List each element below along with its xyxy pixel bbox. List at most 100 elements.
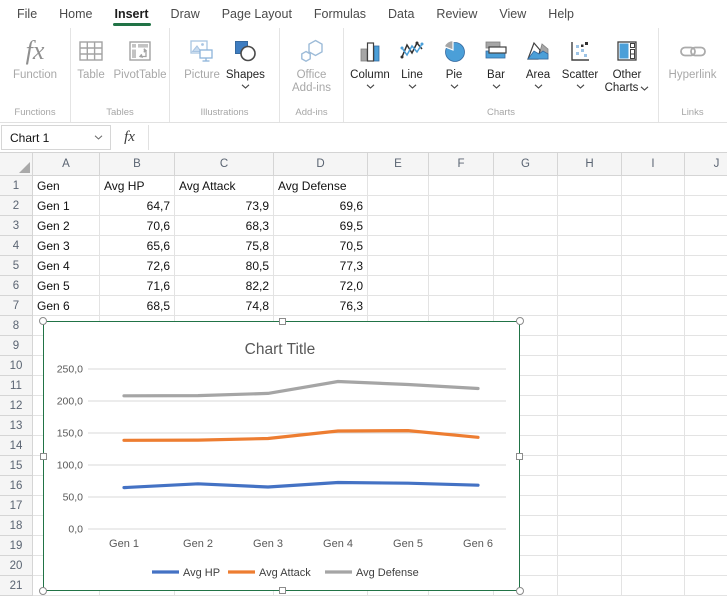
cell-I11[interactable] bbox=[622, 376, 685, 396]
cell-H13[interactable] bbox=[558, 416, 622, 436]
legend-label-avg-defense[interactable]: Avg Defense bbox=[356, 567, 419, 579]
cell-B6[interactable]: 71,6 bbox=[100, 276, 175, 296]
chart-handle-s[interactable] bbox=[279, 587, 286, 594]
cell-C2[interactable]: 73,9 bbox=[175, 196, 274, 216]
legend-label-avg-attack[interactable]: Avg Attack bbox=[259, 567, 311, 579]
cell-B3[interactable]: 70,6 bbox=[100, 216, 175, 236]
cell-I3[interactable] bbox=[622, 216, 685, 236]
cell-E2[interactable] bbox=[368, 196, 429, 216]
cell-I5[interactable] bbox=[622, 256, 685, 276]
cell-H6[interactable] bbox=[558, 276, 622, 296]
cell-I17[interactable] bbox=[622, 496, 685, 516]
row-header-4[interactable]: 4 bbox=[0, 236, 33, 256]
cell-F3[interactable] bbox=[429, 216, 494, 236]
cell-J14[interactable] bbox=[685, 436, 727, 456]
cell-G3[interactable] bbox=[494, 216, 558, 236]
row-header-17[interactable]: 17 bbox=[0, 496, 33, 516]
chart-handle-n[interactable] bbox=[279, 318, 286, 325]
chart-handle-e[interactable] bbox=[516, 453, 523, 460]
cell-I16[interactable] bbox=[622, 476, 685, 496]
col-header-F[interactable]: F bbox=[429, 153, 494, 176]
cell-I7[interactable] bbox=[622, 296, 685, 316]
cell-J16[interactable] bbox=[685, 476, 727, 496]
cell-A1[interactable]: Gen bbox=[33, 176, 100, 196]
cell-H10[interactable] bbox=[558, 356, 622, 376]
cell-B5[interactable]: 72,6 bbox=[100, 256, 175, 276]
row-header-21[interactable]: 21 bbox=[0, 576, 33, 596]
cell-A7[interactable]: Gen 6 bbox=[33, 296, 100, 316]
cell-G7[interactable] bbox=[494, 296, 558, 316]
cell-J2[interactable] bbox=[685, 196, 727, 216]
tab-data[interactable]: Data bbox=[377, 0, 425, 28]
cell-I13[interactable] bbox=[622, 416, 685, 436]
tab-review[interactable]: Review bbox=[425, 0, 488, 28]
col-header-C[interactable]: C bbox=[175, 153, 274, 176]
cell-J18[interactable] bbox=[685, 516, 727, 536]
row-header-1[interactable]: 1 bbox=[0, 176, 33, 196]
col-header-H[interactable]: H bbox=[558, 153, 622, 176]
cell-D5[interactable]: 77,3 bbox=[274, 256, 368, 276]
cell-A2[interactable]: Gen 1 bbox=[33, 196, 100, 216]
other-charts-button[interactable]: Other Charts bbox=[601, 33, 653, 95]
row-header-18[interactable]: 18 bbox=[0, 516, 33, 536]
cell-I10[interactable] bbox=[622, 356, 685, 376]
chart-handle-ne[interactable] bbox=[516, 317, 524, 325]
chevron-down-icon[interactable] bbox=[94, 135, 103, 140]
shapes-button[interactable]: Shapes bbox=[223, 33, 268, 89]
cell-C5[interactable]: 80,5 bbox=[175, 256, 274, 276]
col-header-J[interactable]: J bbox=[685, 153, 727, 176]
cell-J12[interactable] bbox=[685, 396, 727, 416]
row-header-10[interactable]: 10 bbox=[0, 356, 33, 376]
tab-help[interactable]: Help bbox=[537, 0, 585, 28]
cell-J7[interactable] bbox=[685, 296, 727, 316]
cell-J9[interactable] bbox=[685, 336, 727, 356]
cell-I8[interactable] bbox=[622, 316, 685, 336]
row-header-8[interactable]: 8 bbox=[0, 316, 33, 336]
row-header-15[interactable]: 15 bbox=[0, 456, 33, 476]
cell-J10[interactable] bbox=[685, 356, 727, 376]
cell-J20[interactable] bbox=[685, 556, 727, 576]
cell-H20[interactable] bbox=[558, 556, 622, 576]
cell-H4[interactable] bbox=[558, 236, 622, 256]
cell-H2[interactable] bbox=[558, 196, 622, 216]
cell-H8[interactable] bbox=[558, 316, 622, 336]
cell-C6[interactable]: 82,2 bbox=[175, 276, 274, 296]
row-header-16[interactable]: 16 bbox=[0, 476, 33, 496]
chart-handle-nw[interactable] bbox=[39, 317, 47, 325]
cell-E3[interactable] bbox=[368, 216, 429, 236]
cell-J1[interactable] bbox=[685, 176, 727, 196]
cell-H1[interactable] bbox=[558, 176, 622, 196]
cell-H3[interactable] bbox=[558, 216, 622, 236]
cell-F1[interactable] bbox=[429, 176, 494, 196]
cell-A3[interactable]: Gen 2 bbox=[33, 216, 100, 236]
cell-F5[interactable] bbox=[429, 256, 494, 276]
pie-chart-button[interactable]: Pie bbox=[433, 33, 475, 89]
cell-J13[interactable] bbox=[685, 416, 727, 436]
cell-H5[interactable] bbox=[558, 256, 622, 276]
tab-file[interactable]: File bbox=[6, 0, 48, 28]
cell-D6[interactable]: 72,0 bbox=[274, 276, 368, 296]
cell-H21[interactable] bbox=[558, 576, 622, 596]
cell-D4[interactable]: 70,5 bbox=[274, 236, 368, 256]
cell-I1[interactable] bbox=[622, 176, 685, 196]
cell-D2[interactable]: 69,6 bbox=[274, 196, 368, 216]
cell-I18[interactable] bbox=[622, 516, 685, 536]
cell-D3[interactable]: 69,5 bbox=[274, 216, 368, 236]
row-header-3[interactable]: 3 bbox=[0, 216, 33, 236]
scatter-chart-button[interactable]: Scatter bbox=[559, 33, 601, 89]
cell-J21[interactable] bbox=[685, 576, 727, 596]
cell-A6[interactable]: Gen 5 bbox=[33, 276, 100, 296]
cell-G4[interactable] bbox=[494, 236, 558, 256]
cell-E7[interactable] bbox=[368, 296, 429, 316]
cell-H16[interactable] bbox=[558, 476, 622, 496]
cell-J17[interactable] bbox=[685, 496, 727, 516]
cell-F4[interactable] bbox=[429, 236, 494, 256]
cell-A4[interactable]: Gen 3 bbox=[33, 236, 100, 256]
row-header-13[interactable]: 13 bbox=[0, 416, 33, 436]
cell-H14[interactable] bbox=[558, 436, 622, 456]
cell-B7[interactable]: 68,5 bbox=[100, 296, 175, 316]
col-header-B[interactable]: B bbox=[100, 153, 175, 176]
series-line-avg-hp[interactable] bbox=[124, 483, 478, 488]
row-header-9[interactable]: 9 bbox=[0, 336, 33, 356]
col-header-G[interactable]: G bbox=[494, 153, 558, 176]
